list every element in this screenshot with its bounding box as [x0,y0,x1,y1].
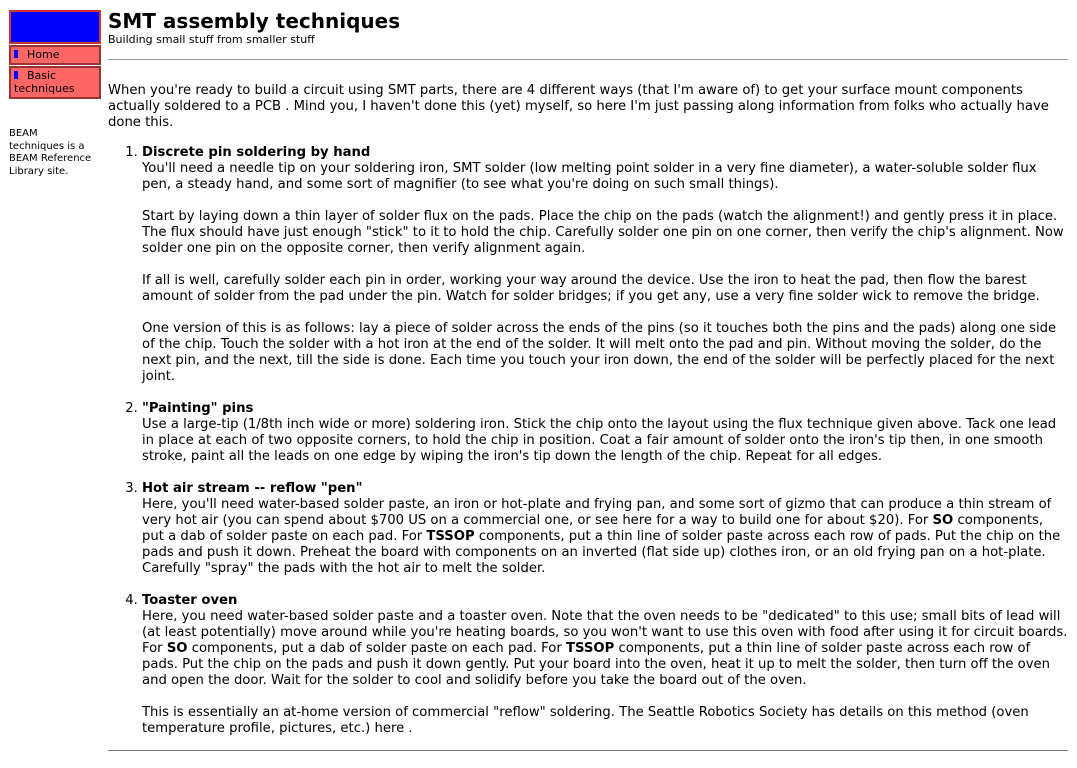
text-run: Use a large-tip [142,417,243,432]
beam-suffix: Library site. [9,165,69,177]
beam-note: BEAM techniques is a BEAM Reference Libr… [9,128,101,178]
method-paragraph: Here, you need water-based solder paste … [142,609,1068,689]
methods-list: Discrete pin soldering by hand You'll ne… [108,145,1068,737]
beam-reference-link[interactable]: BEAM Reference [9,153,91,164]
text-run: . [404,721,413,736]
method-paragraph: You'll need a needle tip on your solderi… [142,161,1037,192]
text-run: components, put a dab of solder paste on… [187,641,566,656]
method-paragraph: Start by laying down a thin layer of sol… [142,209,1064,256]
list-item: Hot air stream -- reflow "pen" Here, you… [142,481,1068,577]
here-link[interactable]: here [375,721,405,736]
here-link[interactable]: here [622,513,652,528]
text-run: for a way to build one for about $20). F… [652,513,933,528]
text-run: 1/8th inch wide or more) soldering iron.… [142,417,1057,464]
nav-basic-techniques-label: Basic techniques [14,69,75,95]
method-paragraph: One version of this is as follows: lay a… [142,321,1057,384]
nav-basic-techniques[interactable]: Basic techniques [9,66,101,99]
list-item: "Painting" pins Use a large-tip (1/8th i… [142,401,1068,465]
beam-prefix: BEAM [9,128,38,139]
bullet-icon [14,71,18,79]
intro-paragraph: When you're ready to build a circuit usi… [108,83,1049,130]
page-subtitle: Building small stuff from smaller stuff [108,33,315,46]
list-item: Discrete pin soldering by hand You'll ne… [142,145,1068,385]
site-logo[interactable] [9,10,101,44]
nav-home[interactable]: Home [9,45,101,65]
beam-middle: techniques is a [9,140,85,152]
method-title: Hot air stream -- reflow "pen" [142,481,363,496]
method-title: Discrete pin soldering by hand [142,145,371,160]
divider [108,750,1068,751]
method-paragraph: Here, you'll need water-based solder pas… [142,497,1068,577]
method-title: "Painting" pins [142,401,254,416]
page-title: SMT assembly techniques [108,9,401,33]
bullet-icon [14,50,18,58]
list-item: Toaster oven Here, you need water-based … [142,593,1068,737]
main-content: SMT assembly techniques Building small s… [108,9,1068,753]
tssop-label: TSSOP [426,529,475,544]
method-paragraph: If all is well, carefully solder each pi… [142,273,1040,304]
method-paragraph: This is essentially an at-home version o… [142,705,1068,737]
so-label: SO [932,513,954,528]
tssop-label: TSSOP [565,641,615,656]
divider [108,59,1068,60]
nav-home-label: Home [27,48,60,61]
text-run: This is essentially an at-home version o… [142,705,1029,736]
method-paragraph: Use a large-tip (1/8th inch wide or more… [142,417,1068,465]
so-label: SO [166,641,188,656]
sidebar: Home Basic techniques BEAM techniques is… [9,10,101,178]
method-title: Toaster oven [142,593,238,608]
